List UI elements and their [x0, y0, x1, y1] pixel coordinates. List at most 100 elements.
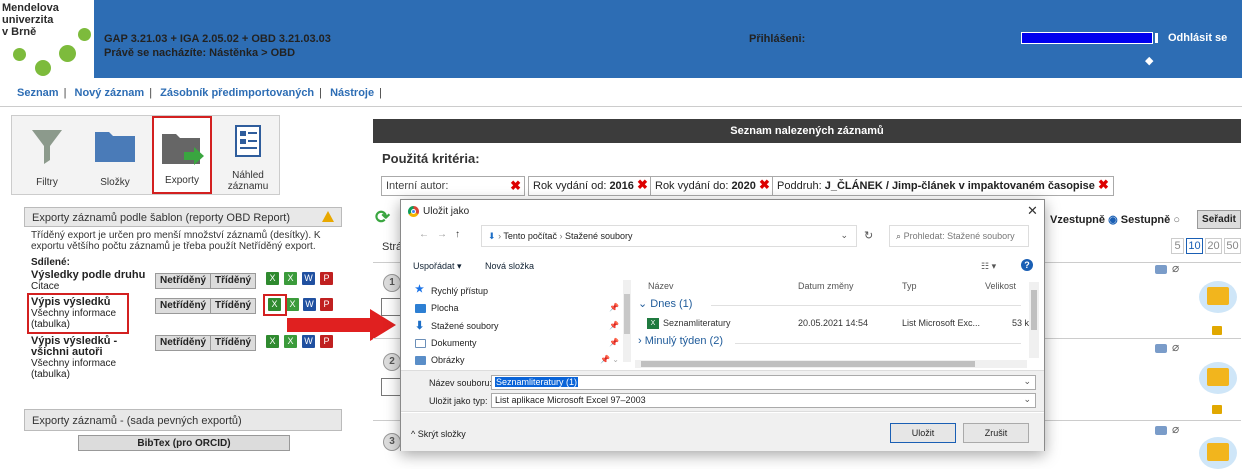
tree-item-documents[interactable]: Dokumenty 📌 — [411, 336, 627, 352]
unsorted-export-button[interactable]: Netříděný — [155, 335, 212, 351]
chevron-down-icon[interactable]: ⌄ — [1023, 394, 1031, 405]
paperclip-icon[interactable]: ⌀ — [1172, 261, 1179, 275]
excel-icon[interactable]: X — [284, 335, 297, 348]
remove-criterion-icon[interactable]: ✖ — [637, 178, 648, 191]
bibtex-button[interactable]: BibTex (pro ORCID) — [78, 435, 290, 451]
pdf-icon[interactable]: P — [320, 298, 333, 311]
chrome-icon — [408, 206, 419, 217]
organize-menu[interactable]: Uspořádat ▾ — [413, 261, 462, 272]
command-bar: Uspořádat ▾ Nová složka ☷ ▾ — [401, 255, 1044, 277]
chevron-down-icon[interactable]: ⌄ — [840, 230, 848, 241]
university-logo[interactable]: Mendelova univerzita v Brně — [0, 0, 94, 78]
row-checkbox[interactable] — [381, 378, 401, 396]
comment-icon[interactable] — [1155, 265, 1167, 274]
pdf-icon[interactable]: P — [320, 272, 333, 285]
logout-link[interactable]: Odhlásit se — [1168, 32, 1227, 44]
file-list: Název Datum změny Typ Velikost ⌄ Dnes (1… — [635, 278, 1039, 370]
filetype-select[interactable]: List aplikace Microsoft Excel 97–2003 ⌄ — [491, 393, 1036, 408]
word-icon[interactable]: W — [302, 272, 315, 285]
file-list-vscrollbar[interactable] — [1029, 282, 1039, 358]
group-last-week[interactable]: › Minulý týden (2) — [638, 335, 723, 347]
comment-icon[interactable] — [1155, 344, 1167, 353]
sort-button[interactable]: Seřadit — [1197, 210, 1241, 229]
sorted-export-button[interactable]: Tříděný — [210, 335, 257, 351]
view-options-icon[interactable]: ☷ ▾ — [981, 261, 996, 272]
sorted-export-button[interactable]: Tříděný — [210, 298, 257, 314]
page-size-10[interactable]: 10 — [1186, 238, 1203, 254]
open-folder-icon[interactable] — [1199, 281, 1237, 313]
new-folder-button[interactable]: Nová složka — [485, 261, 534, 271]
nav-zasobnik[interactable]: Zásobník předimportovaných — [160, 87, 314, 99]
page-size-50[interactable]: 50 — [1224, 238, 1241, 254]
tree-item-downloads[interactable]: ⬇ Stažené soubory 📌 — [411, 319, 627, 335]
excel-icon[interactable]: X — [286, 298, 299, 311]
nav-seznam[interactable]: Seznam — [17, 87, 59, 99]
fixed-exports-header[interactable]: Exporty záznamů - (sada pevných exportů) — [24, 409, 342, 431]
word-icon[interactable]: W — [302, 335, 315, 348]
file-name[interactable]: Seznamliteratury — [663, 318, 731, 328]
search-input[interactable]: ⌕ Prohledat: Stažené soubory — [889, 225, 1029, 247]
sort-desc-radio[interactable]: ○ — [1173, 214, 1180, 226]
file-list-hscrollbar[interactable] — [635, 360, 1027, 368]
sorted-export-button[interactable]: Tříděný — [210, 273, 257, 289]
pdf-icon[interactable]: P — [320, 335, 333, 348]
comment-icon[interactable] — [1155, 426, 1167, 435]
tree-item-quick-access[interactable]: ★ Rychlý přístup — [411, 284, 627, 300]
col-type[interactable]: Typ — [902, 281, 917, 291]
logout-icon[interactable]: ◆ — [1145, 54, 1153, 67]
exports-button[interactable]: Exporty — [152, 116, 212, 194]
nav-nastroje[interactable]: Nástroje — [330, 87, 374, 99]
year-to-criterion[interactable]: Rok vydání do: 2020 ✖ — [650, 176, 775, 196]
paperclip-icon[interactable]: ⌀ — [1172, 422, 1179, 436]
nav-arrows[interactable]: ←→↑ — [419, 229, 468, 240]
refresh-icon[interactable]: ⟳ — [375, 207, 390, 228]
remove-criterion-icon[interactable]: ✖ — [759, 178, 770, 191]
open-folder-icon[interactable] — [1199, 362, 1237, 394]
cancel-button[interactable]: Zrušit — [963, 423, 1029, 443]
nav-novy-zaznam[interactable]: Nový záznam — [75, 87, 145, 99]
col-modified[interactable]: Datum změny — [798, 281, 854, 291]
user-name-redacted — [1021, 32, 1153, 44]
results-title: Seznam nalezených záznamů — [373, 119, 1241, 143]
remove-criterion-icon[interactable]: ✖ — [1098, 178, 1109, 191]
author-criterion[interactable]: Interní autor: ✖ — [381, 176, 525, 196]
filter-button[interactable]: Filtry — [16, 116, 78, 194]
page-size-20[interactable]: 20 — [1205, 238, 1222, 254]
word-icon[interactable]: W — [303, 298, 316, 311]
row-number: 2 — [383, 353, 401, 371]
tool-panel: Filtry Složky Exporty Náhled záznamu — [11, 115, 280, 195]
preview-button[interactable]: Náhled záznamu — [217, 116, 279, 194]
chevron-down-icon[interactable]: ⌄ — [1023, 376, 1031, 387]
save-fields: Název souboru: Seznamliteratury (1) ⌄ Ul… — [401, 370, 1044, 412]
paperclip-icon[interactable]: ⌀ — [1172, 340, 1179, 354]
unsorted-export-button[interactable]: Netříděný — [155, 298, 212, 314]
col-size[interactable]: Velikost — [985, 281, 1016, 291]
excel-icon[interactable]: X — [266, 335, 279, 348]
open-folder-icon[interactable] — [1199, 437, 1237, 469]
address-bar[interactable]: ⬇ › Tento počítač › Stažené soubory ⌄ — [481, 225, 857, 247]
hide-folders-toggle[interactable]: ^ Skrýt složky — [411, 429, 466, 439]
refresh-icon[interactable]: ↻ — [864, 229, 873, 242]
excel-icon[interactable]: X — [284, 272, 297, 285]
save-as-dialog: Uložit jako ✕ ←→↑ ⬇ › Tento počítač › St… — [400, 199, 1045, 451]
page-size-5[interactable]: 5 — [1171, 238, 1184, 254]
year-from-criterion[interactable]: Rok vydání od: 2016 ✖ — [528, 176, 653, 196]
unsorted-export-button[interactable]: Netříděný — [155, 273, 212, 289]
template-exports-header[interactable]: Exporty záznamů podle šablon (reporty OB… — [24, 207, 342, 227]
remove-criterion-icon[interactable]: ✖ — [510, 179, 521, 192]
row-checkbox[interactable] — [381, 298, 401, 316]
tree-item-desktop[interactable]: Plocha 📌 — [411, 301, 627, 317]
subtype-criterion[interactable]: Poddruh: J_ČLÁNEK / Jimp-článek v impakt… — [772, 176, 1114, 196]
folders-button[interactable]: Složky — [84, 116, 146, 194]
tree-scrollbar[interactable] — [623, 280, 631, 362]
save-button[interactable]: Uložit — [890, 423, 956, 443]
file-modified: 20.05.2021 14:54 — [798, 318, 869, 328]
excel-icon[interactable]: X — [266, 272, 279, 285]
filename-input[interactable]: Seznamliteratury (1) ⌄ — [491, 375, 1036, 390]
help-icon[interactable]: ? — [1021, 259, 1033, 271]
col-name[interactable]: Název — [648, 281, 674, 291]
close-icon[interactable]: ✕ — [1027, 203, 1038, 219]
group-today[interactable]: ⌄ Dnes (1) — [638, 297, 692, 310]
tree-item-pictures[interactable]: Obrázky 📌 ⌄ — [411, 353, 627, 369]
sort-asc-radio[interactable]: ◉ — [1108, 214, 1118, 226]
